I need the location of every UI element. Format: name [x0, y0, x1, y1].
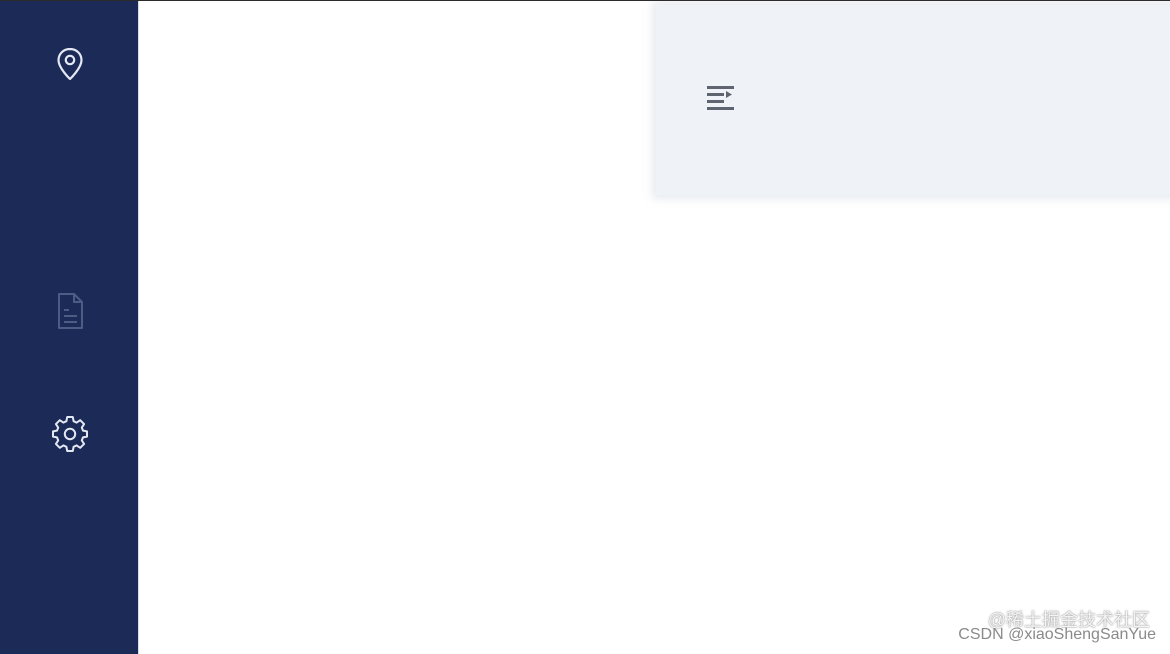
app-window: @稀土掘金技术社区 CSDN @xiaoShengSanYue [0, 0, 1170, 654]
sidebar-item-location[interactable] [50, 44, 90, 84]
document-icon [58, 293, 83, 329]
menu-fold-button[interactable] [704, 81, 738, 115]
settings-icon [52, 416, 88, 452]
location-pin-icon [57, 47, 83, 81]
content-panel [656, 5, 1170, 195]
watermark-credit: CSDN @xiaoShengSanYue [958, 626, 1156, 643]
sidebar-item-document[interactable] [50, 291, 90, 331]
sidebar-item-settings[interactable] [50, 414, 90, 454]
sidebar-nav [0, 1, 139, 654]
menu-fold-icon [707, 86, 734, 110]
